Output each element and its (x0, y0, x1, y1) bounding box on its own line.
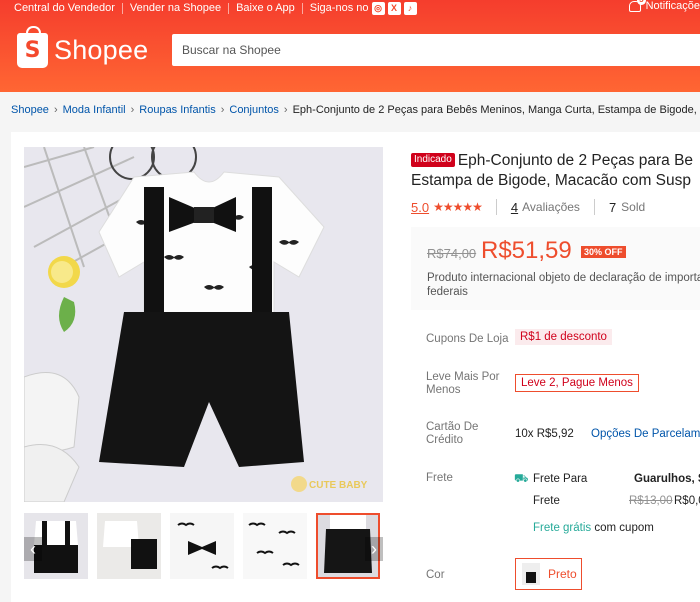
divider (121, 2, 123, 14)
chevron-right-icon: › (130, 104, 135, 116)
sold-count: 7 (608, 199, 617, 215)
color-label: Cor (426, 569, 445, 581)
frete-gratis-note: Frete grátis com cupom (533, 522, 654, 534)
image-watermark: CUTE BABY (309, 480, 368, 491)
star-rating-icon: ★★★★★ (433, 200, 483, 214)
rating-score[interactable]: 5.0 (411, 200, 429, 215)
current-price: R$51,59 (481, 237, 572, 264)
indicado-badge: Indicado (411, 153, 455, 167)
leve-mais-tag[interactable]: Leve 2, Pague Menos (515, 374, 639, 392)
product-photo: CUTE BABY (24, 147, 383, 502)
installment-value: 10x R$5,92 (515, 428, 574, 440)
thumbnail-prev-button[interactable]: ‹ (24, 537, 42, 561)
frete-old-price: R$13,00 (629, 495, 673, 507)
coupon-tag[interactable]: R$1 de desconto (515, 329, 612, 345)
title-line-2: Estampa de Bigode, Macacão com Susp (411, 172, 692, 189)
thumbnail-2[interactable] (97, 513, 161, 579)
chevron-right-icon: › (53, 104, 58, 116)
credit-card-label: Cartão De Crédito (426, 421, 479, 446)
breadcrumb: Shopee › Moda Infantil › Roupas Infantis › Con… (11, 104, 700, 116)
frete-sub-label: Frete (533, 495, 560, 507)
divider (228, 2, 230, 14)
reviews-label: Avaliações (522, 200, 580, 214)
divider (301, 2, 303, 14)
sold-label: Sold (621, 200, 646, 214)
thumbnail-4[interactable] (243, 513, 307, 579)
tiktok-icon[interactable]: ♪ (403, 1, 417, 15)
notification-count: 5 (637, 0, 646, 5)
thumbnail-next-button[interactable]: › (365, 537, 383, 561)
shopee-logo[interactable]: S Shopee (17, 26, 149, 68)
title-line-1: Eph-Conjunto de 2 Peças para Be (457, 152, 694, 169)
notifications-link[interactable]: 5 Notificaçõe (628, 0, 700, 12)
frete-new-price: R$0,0 (674, 495, 700, 507)
price-box: R$74,00 R$51,59 30% OFF Produto internac… (411, 227, 700, 310)
leve-mais-label: Leve Mais Por Menos (426, 371, 500, 396)
instagram-icon[interactable]: ◎ (371, 1, 385, 15)
com-cupom-label: com cupom (594, 522, 654, 534)
divider (495, 199, 497, 215)
breadcrumb-shopee[interactable]: Shopee (11, 104, 49, 116)
coupons-label: Cupons De Loja (426, 333, 509, 345)
color-option-label: Preto (548, 567, 577, 581)
x-icon[interactable]: X (387, 1, 401, 15)
thumbnail-3[interactable] (170, 513, 234, 579)
bell-icon: 5 (628, 0, 646, 12)
product-main-image[interactable]: CUTE BABY (24, 147, 383, 502)
sell-link[interactable]: Vender na Shopee (130, 2, 221, 14)
follow-us-label: Siga-nos no (309, 2, 369, 14)
destination-link[interactable]: Guarulhos, Sã (634, 473, 700, 485)
thumbnail-strip (24, 513, 380, 579)
search-placeholder: Buscar na Shopee (182, 43, 281, 57)
import-note: Produto internacional objeto de declaraç… (427, 272, 700, 298)
color-swatch-image (522, 563, 540, 585)
seller-center-link[interactable]: Central do Vendedor (14, 2, 115, 14)
frete-gratis-label: Frete grátis (533, 522, 592, 534)
discount-badge: 30% OFF (581, 246, 626, 258)
truck-icon: ⛟ (514, 473, 529, 485)
frete-label: Frete (426, 472, 453, 484)
reviews-count[interactable]: 4 (511, 200, 518, 215)
color-option-preto[interactable]: Preto (515, 558, 582, 590)
divider (593, 199, 595, 215)
search-input[interactable]: Buscar na Shopee (172, 34, 700, 66)
shopee-bag-icon: S (17, 26, 48, 68)
installment-options-link[interactable]: Opções De Parcelame (591, 428, 700, 440)
download-app-link[interactable]: Baixe o App (236, 2, 295, 14)
ratings-row: 5.0 ★★★★★ 4 Avaliações 7 Sold (411, 199, 645, 215)
product-title: Indicado Eph-Conjunto de 2 Peças para Be … (411, 151, 700, 191)
breadcrumb-roupas-infantis[interactable]: Roupas Infantis (139, 104, 215, 116)
breadcrumb-current: Eph-Conjunto de 2 Peças para Bebês Menin… (292, 104, 700, 116)
breadcrumb-conjuntos[interactable]: Conjuntos (229, 104, 279, 116)
frete-para-label: Frete Para (533, 473, 588, 485)
breadcrumb-moda-infantil[interactable]: Moda Infantil (63, 104, 126, 116)
logo-text: Shopee (54, 35, 149, 65)
original-price: R$74,00 (427, 246, 477, 261)
notifications-label: Notificaçõe (645, 0, 700, 12)
chevron-right-icon: › (283, 104, 288, 116)
chevron-right-icon: › (220, 104, 225, 116)
top-nav: Central do Vendedor Vender na Shopee Bai… (14, 0, 417, 16)
